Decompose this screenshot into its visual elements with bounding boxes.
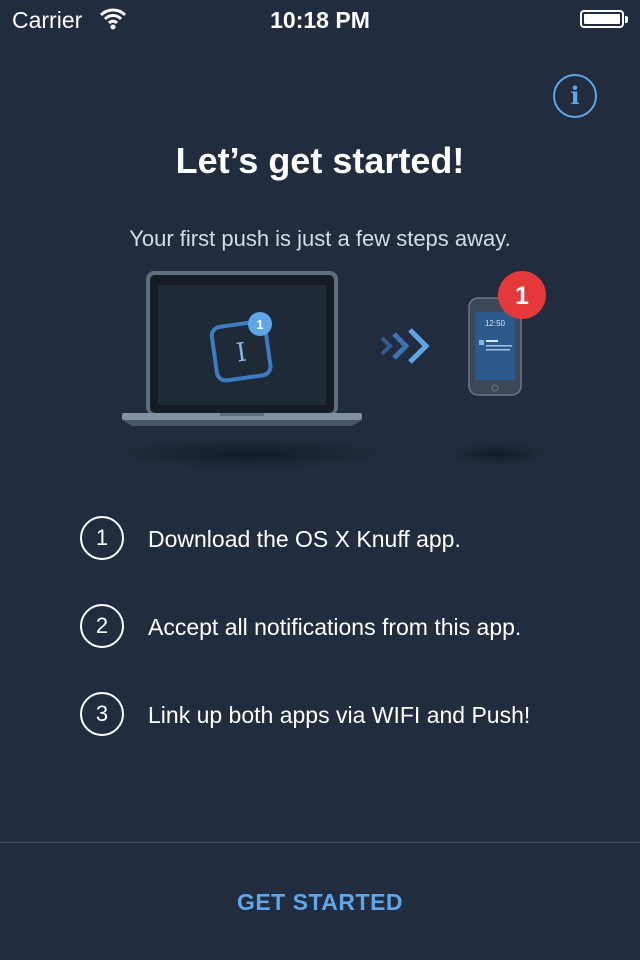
step-text: Accept all notifications from this app.	[148, 614, 522, 640]
step-number: 1	[80, 516, 124, 560]
app-badge-count: 1	[256, 317, 263, 332]
get-started-button[interactable]: GET STARTED	[170, 870, 470, 934]
info-button[interactable]: i	[553, 74, 597, 118]
step-item: 3 Link up both apps via WIFI and Push!	[80, 692, 600, 780]
phone-clock: 12:50	[485, 319, 506, 328]
step-number: 2	[80, 604, 124, 648]
page-title: Let’s get started!	[175, 140, 465, 181]
step-text: Link up both apps via WIFI and Push!	[148, 702, 531, 728]
battery-icon	[580, 10, 628, 28]
status-bar: Carrier 10:18 PM	[0, 0, 640, 40]
clock: 10:18 PM	[270, 7, 370, 33]
mac-to-iphone-illustration: I 1 12:50 1	[110, 271, 548, 470]
step-item: 2 Accept all notifications from this app…	[80, 604, 600, 692]
page-subtitle: Your first push is just a few steps away…	[129, 226, 511, 251]
step-number: 3	[80, 692, 124, 736]
chevrons-icon	[380, 328, 430, 364]
step-item: 1 Download the OS X Knuff app.	[80, 516, 600, 604]
phone-badge-count: 1	[515, 282, 529, 310]
step-text: Download the OS X Knuff app.	[148, 526, 461, 552]
info-icon: i	[570, 81, 580, 110]
footer-divider	[0, 842, 640, 843]
steps-list: 1 Download the OS X Knuff app. 2 Accept …	[80, 516, 600, 780]
